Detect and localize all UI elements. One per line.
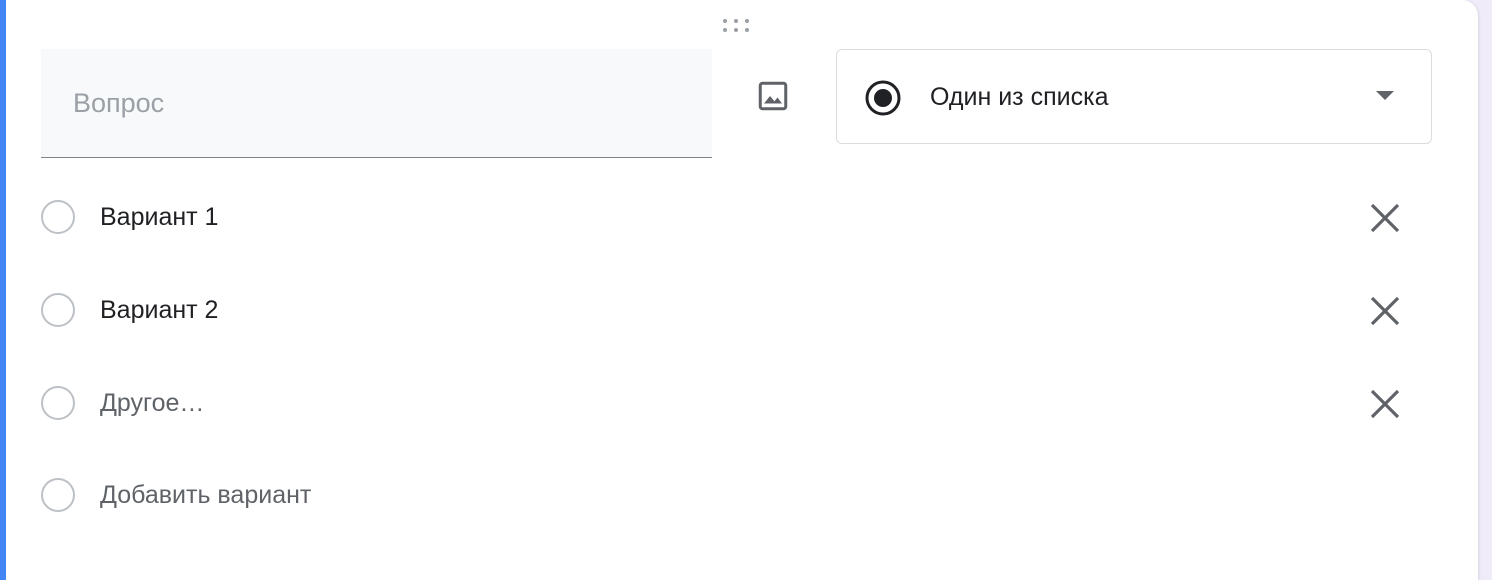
close-icon[interactable] (1363, 289, 1407, 333)
question-type-label: Один из списка (930, 83, 1109, 111)
question-card[interactable]: Один из списка Вариант 1 Вариант 2 Друго… (0, 0, 1478, 580)
question-title-input[interactable] (41, 49, 712, 158)
add-option-row[interactable]: Добавить вариант (41, 468, 1421, 528)
add-option-button[interactable]: Добавить вариант (100, 480, 311, 510)
option-label-input[interactable]: Вариант 2 (100, 295, 218, 325)
close-icon[interactable] (1363, 196, 1407, 240)
radio-unchecked-icon (41, 386, 75, 420)
radio-unchecked-icon (41, 200, 75, 234)
arrow-drop-down-icon (1376, 91, 1394, 100)
option-row-2: Вариант 2 (41, 283, 1421, 343)
option-label-input[interactable]: Вариант 1 (100, 202, 218, 232)
active-card-accent-bar (0, 0, 6, 580)
option-row-1: Вариант 1 (41, 190, 1421, 250)
drag-handle-icon[interactable] (721, 16, 755, 36)
add-image-button[interactable] (748, 71, 798, 121)
question-type-dropdown[interactable]: Один из списка (836, 49, 1432, 144)
radio-checked-icon (865, 80, 901, 116)
close-icon[interactable] (1363, 382, 1407, 426)
image-icon (758, 81, 788, 111)
radio-unchecked-icon (41, 478, 75, 512)
other-option-row: Другое… (41, 376, 1421, 436)
radio-unchecked-icon (41, 293, 75, 327)
other-option-label: Другое… (100, 389, 205, 417)
